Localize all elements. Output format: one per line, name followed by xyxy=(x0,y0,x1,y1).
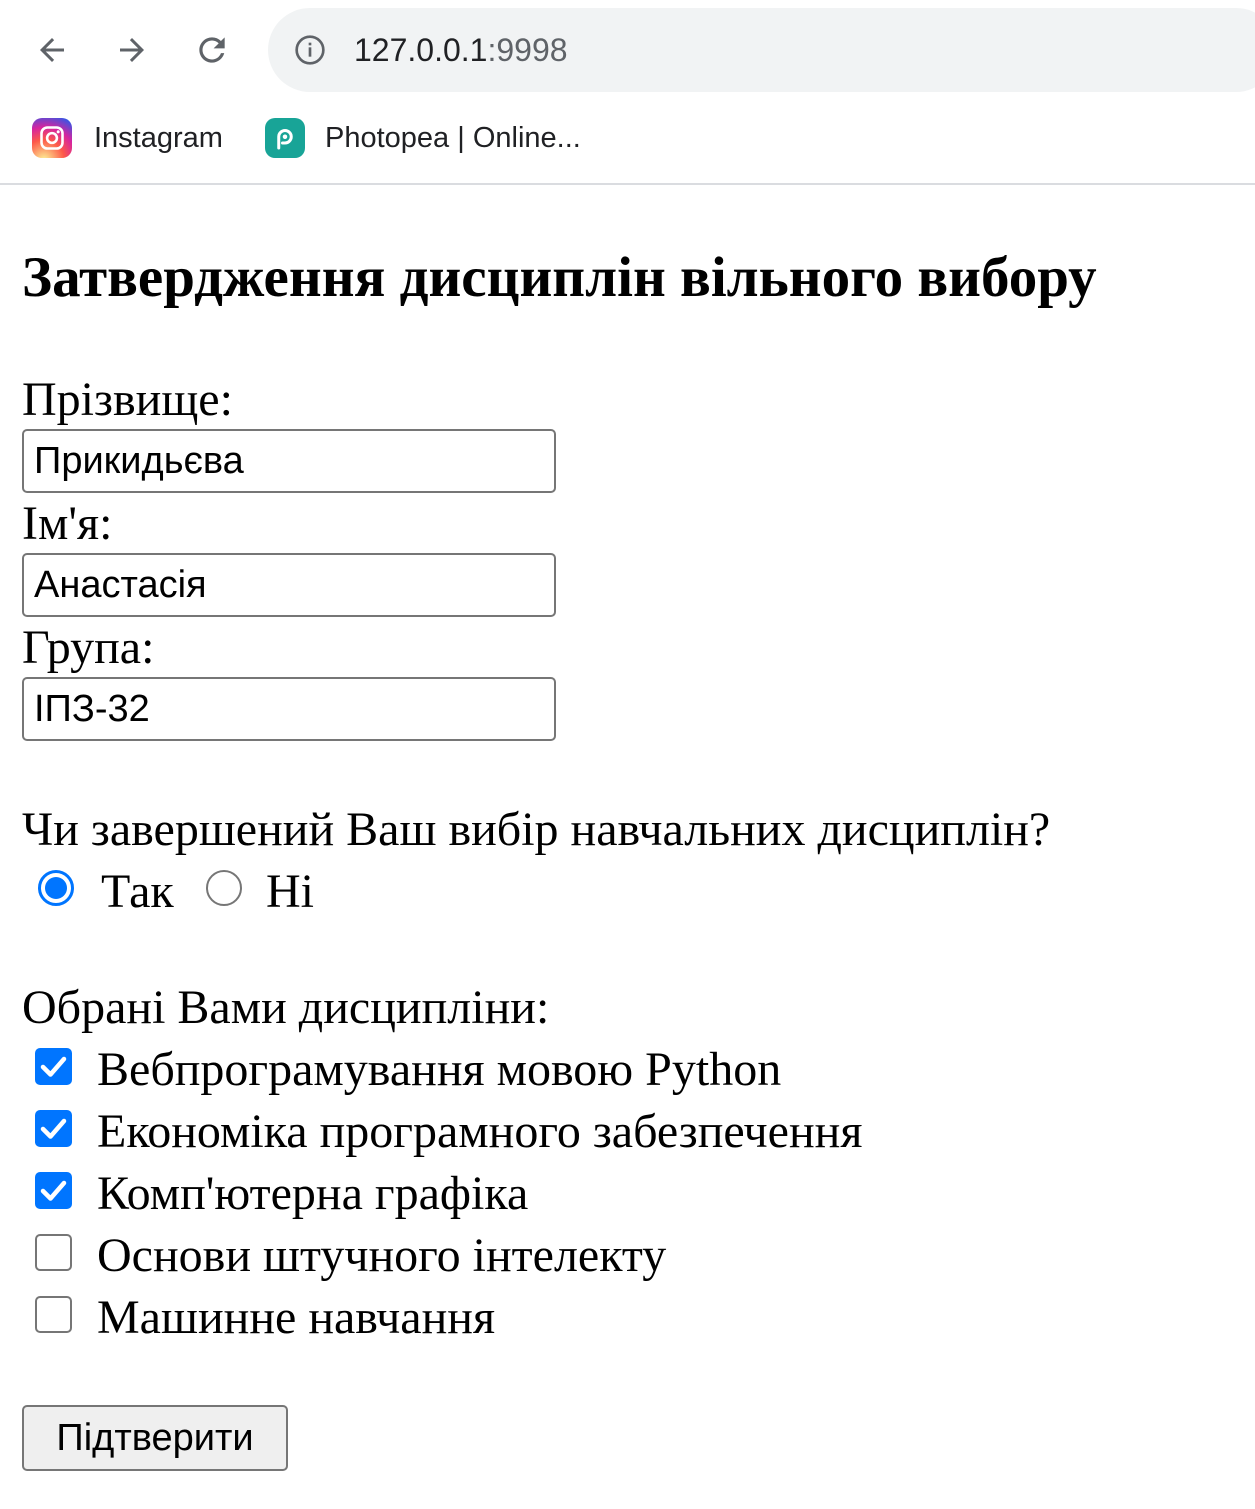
back-button[interactable] xyxy=(24,22,80,78)
page-title: Затвердження дисциплін вільного вибору xyxy=(22,246,1097,309)
radio-no[interactable] xyxy=(206,870,242,906)
surname-label: Прізвище: xyxy=(22,373,233,426)
url-port: :9998 xyxy=(487,32,568,68)
forward-arrow-icon xyxy=(120,38,144,62)
checkmark-icon xyxy=(40,1118,67,1139)
course-label-web-python[interactable]: Вебпрограмування мовою Python xyxy=(97,1041,781,1099)
bookmark-label: Instagram xyxy=(94,121,223,154)
url-host: 127.0.0.1 xyxy=(354,32,488,68)
bookmarks-bar: Instagram Photopea | Online... xyxy=(0,100,1255,185)
course-label-machine-learning[interactable]: Машинне навчання xyxy=(97,1289,495,1347)
photopea-icon xyxy=(265,118,305,158)
group-label: Група: xyxy=(22,621,155,674)
course-checkbox-software-economics[interactable] xyxy=(35,1110,72,1147)
surname-input[interactable] xyxy=(22,429,556,493)
course-checkbox-machine-learning[interactable] xyxy=(35,1296,72,1333)
reload-icon xyxy=(199,37,225,63)
course-label-computer-graphics[interactable]: Комп'ютерна графіка xyxy=(97,1165,528,1223)
course-checkbox-ai-basics[interactable] xyxy=(35,1234,72,1271)
name-label: Ім'я: xyxy=(22,497,113,550)
browser-toolbar: 127.0.0.1:9998 xyxy=(0,0,1255,100)
page-content: Затвердження дисциплін вільного вибору П… xyxy=(0,185,1255,1509)
group-input[interactable] xyxy=(22,677,556,741)
reload-button[interactable] xyxy=(184,22,240,78)
bookmark-instagram[interactable]: Instagram xyxy=(32,116,223,160)
course-label-ai-basics[interactable]: Основи штучного інтелекту xyxy=(97,1227,666,1285)
radio-yes[interactable] xyxy=(38,870,74,906)
course-label-software-economics[interactable]: Економіка програмного забезпечення xyxy=(97,1103,862,1161)
checkmark-icon xyxy=(40,1056,67,1077)
bookmark-photopea[interactable]: Photopea | Online... xyxy=(265,116,581,160)
courses-label: Обрані Вами дисципліни: xyxy=(22,981,550,1034)
completion-question: Чи завершений Ваш вибір навчальних дисци… xyxy=(22,803,1051,856)
forward-button[interactable] xyxy=(104,22,160,78)
instagram-icon xyxy=(32,118,72,158)
radio-yes-label[interactable]: Так xyxy=(101,863,174,921)
name-input[interactable] xyxy=(22,553,556,617)
url-text[interactable]: 127.0.0.1:9998 xyxy=(354,30,568,70)
info-icon[interactable] xyxy=(294,34,326,66)
address-bar[interactable]: 127.0.0.1:9998 xyxy=(268,8,1255,92)
submit-button[interactable]: Підтверити xyxy=(22,1405,288,1471)
bookmark-label: Photopea | Online... xyxy=(325,121,581,154)
course-checkbox-computer-graphics[interactable] xyxy=(35,1172,72,1209)
checkmark-icon xyxy=(40,1180,67,1201)
course-checkbox-web-python[interactable] xyxy=(35,1048,72,1085)
back-arrow-icon xyxy=(40,38,64,62)
radio-no-label[interactable]: Ні xyxy=(266,863,314,921)
